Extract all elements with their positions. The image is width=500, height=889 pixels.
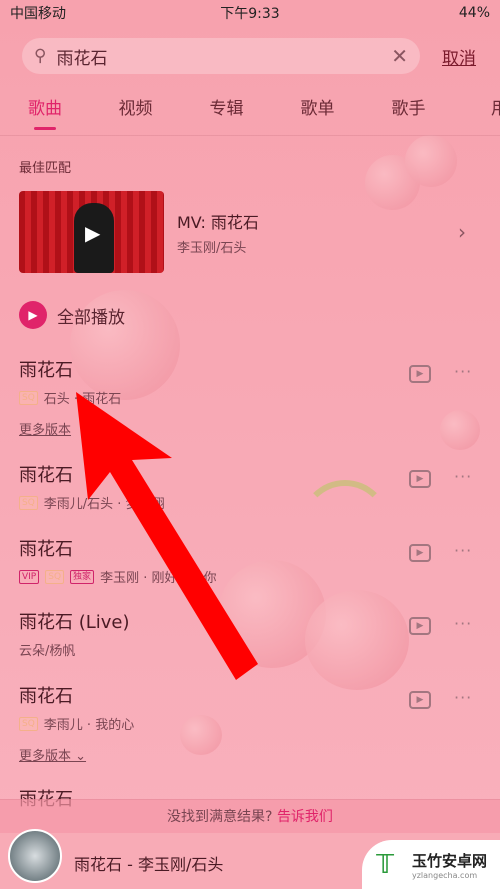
red-arrow-annotation: [76, 392, 258, 680]
player-title: 雨花石 - 李玉刚/石头: [74, 855, 224, 874]
feedback-link[interactable]: 告诉我们: [277, 809, 333, 825]
watermark-logo-icon: 𝕋: [376, 849, 395, 880]
watermark-url: yzlangecha.com: [412, 870, 478, 880]
album-cover[interactable]: [8, 829, 62, 883]
watermark: 𝕋 玉竹安卓网 yzlangecha.com: [362, 840, 500, 889]
feedback-bar: 没找到满意结果? 告诉我们: [0, 799, 500, 833]
feedback-text: 没找到满意结果?: [167, 809, 273, 825]
watermark-name: 玉竹安卓网: [412, 851, 488, 870]
